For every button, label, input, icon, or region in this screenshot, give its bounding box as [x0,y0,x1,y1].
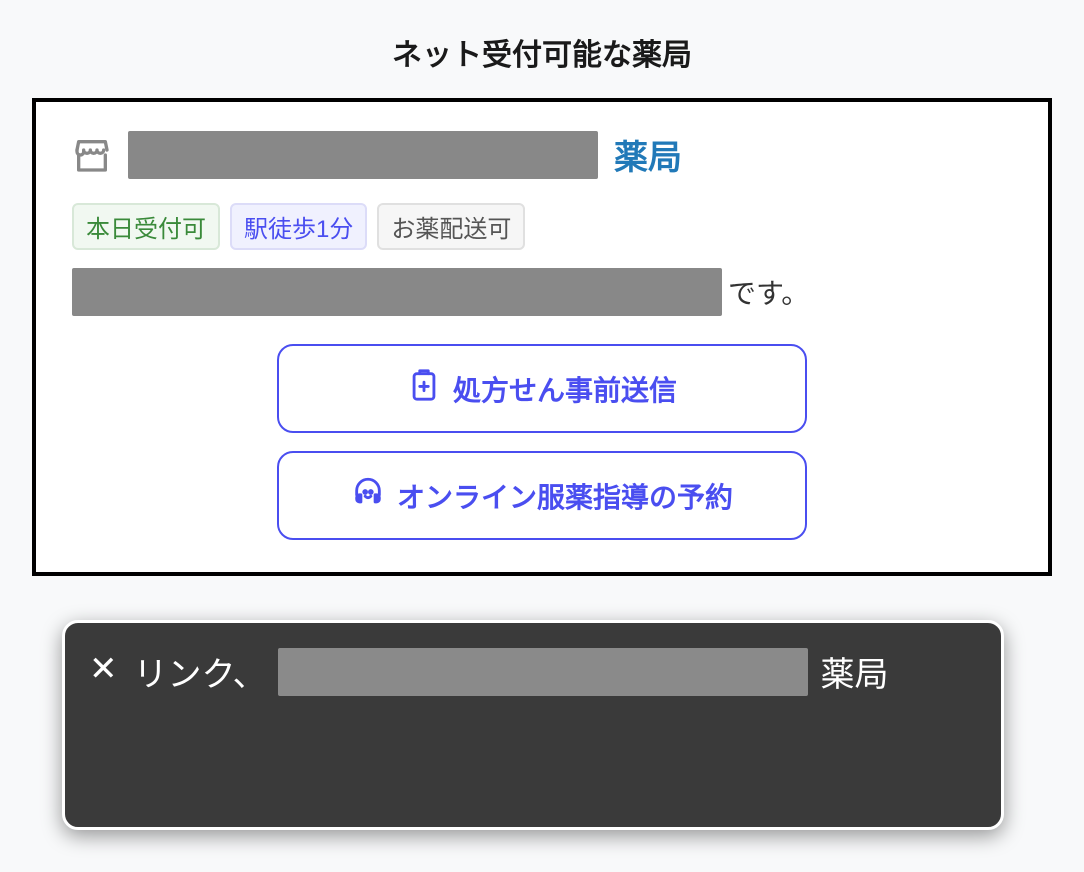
headset-icon [351,475,385,516]
tag-station-walk: 駅徒歩1分 [230,203,367,250]
tag-delivery: お薬配送可 [377,203,525,250]
pharmacy-link-suffix: 薬局 [614,130,682,179]
overlay-suffix: 薬局 [820,647,888,696]
overlay-redacted [278,648,808,696]
description-row: です。 [72,268,1012,316]
screen-reader-overlay: ✕ リンク、 薬局 [62,620,1004,830]
overlay-content: リンク、 薬局 [134,643,889,696]
pharmacy-header[interactable]: 薬局 [72,130,1012,179]
action-buttons: 処方せん事前送信 オンライン服薬指導の予約 [72,344,1012,540]
description-redacted [72,268,722,316]
tag-today-available: 本日受付可 [72,203,220,250]
pharmacy-card: 薬局 本日受付可 駅徒歩1分 お薬配送可 です。 処方せん事前送信 [32,98,1052,576]
prescription-send-label: 処方せん事前送信 [453,369,677,409]
store-icon [72,135,112,175]
tags-row: 本日受付可 駅徒歩1分 お薬配送可 [72,203,1012,250]
prescription-send-button[interactable]: 処方せん事前送信 [277,344,807,433]
close-icon[interactable]: ✕ [89,643,118,690]
overlay-prefix: リンク、 [134,647,267,696]
pharmacy-name-redacted [128,131,598,179]
online-guidance-label: オンライン服薬指導の予約 [397,476,733,516]
online-guidance-button[interactable]: オンライン服薬指導の予約 [277,451,807,540]
clipboard-icon [407,368,441,409]
description-suffix: です。 [728,272,809,312]
page-title: ネット受付可能な薬局 [0,0,1084,98]
